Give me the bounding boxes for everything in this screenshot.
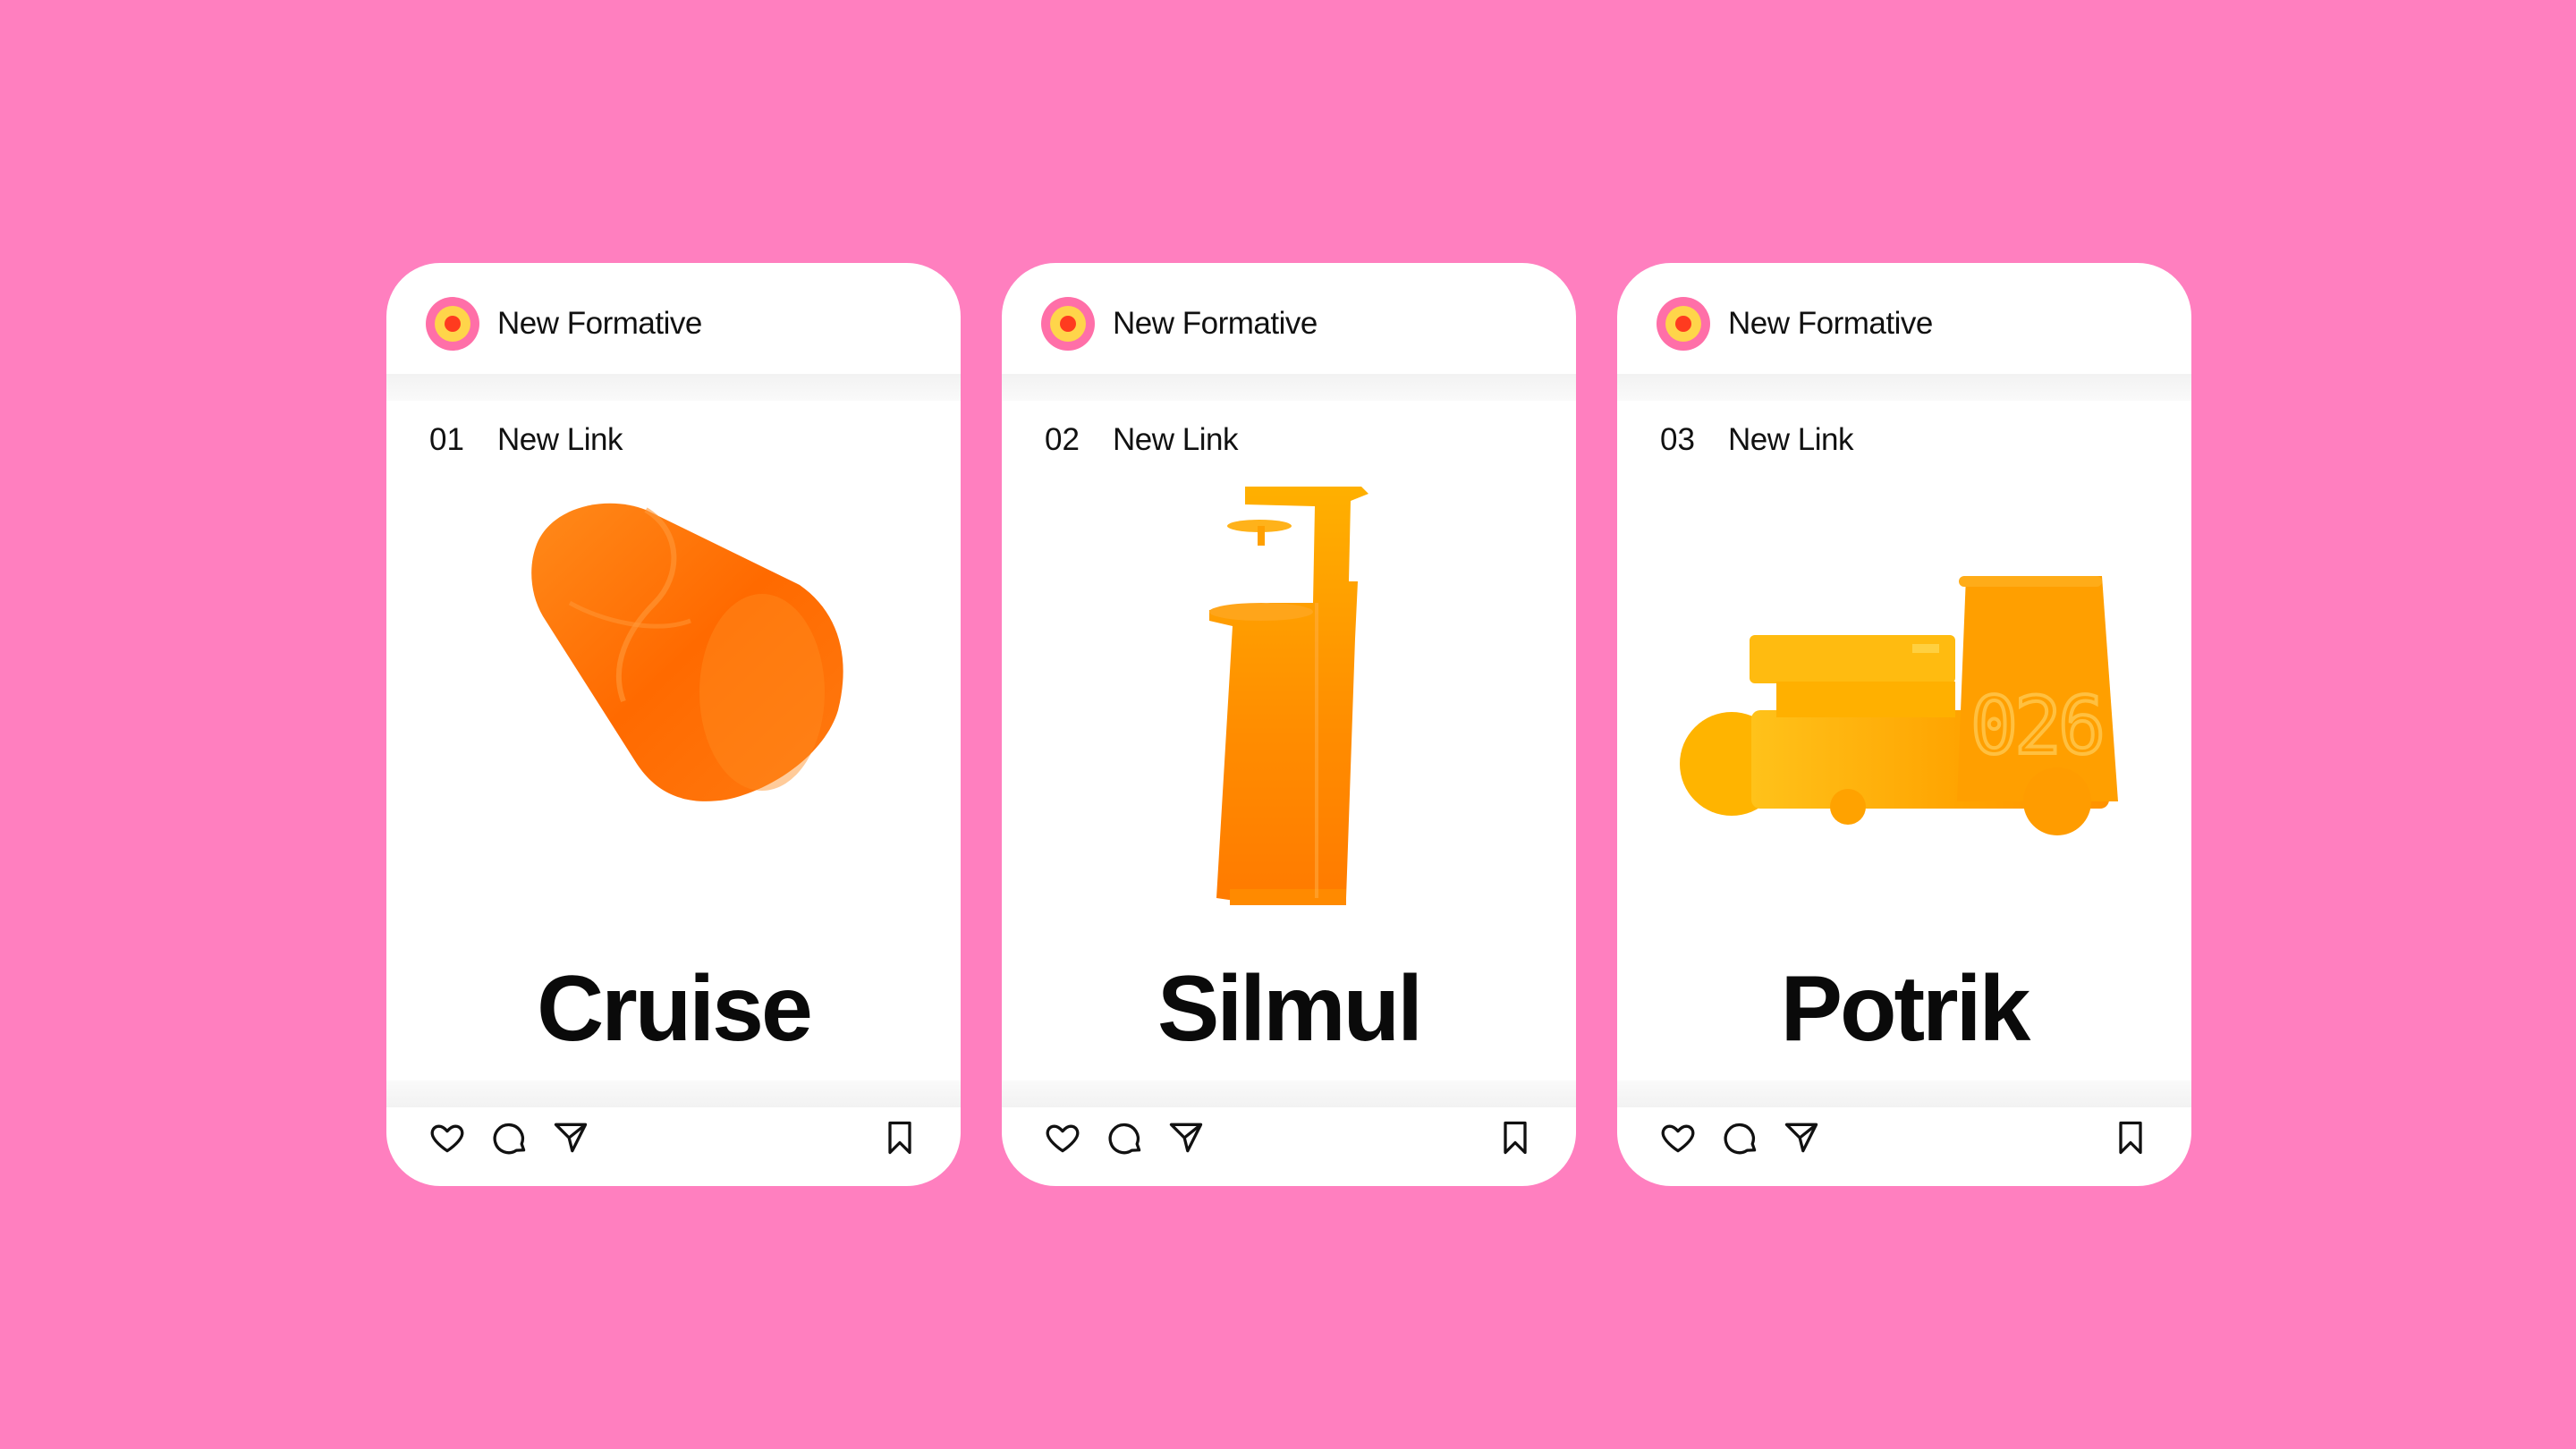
divider xyxy=(1002,374,1576,401)
post-link[interactable]: New Link xyxy=(1728,419,1853,462)
post-link[interactable]: New Link xyxy=(1113,419,1238,462)
bookmark-icon[interactable] xyxy=(2111,1118,2150,1157)
send-icon[interactable] xyxy=(1782,1118,1821,1157)
post-link[interactable]: New Link xyxy=(497,419,623,462)
avatar[interactable] xyxy=(1041,297,1095,351)
post-card-silmul: New Formative 02 New Link Silmul xyxy=(1002,263,1576,1186)
send-icon[interactable] xyxy=(551,1118,590,1157)
post-number: 01 xyxy=(429,422,464,457)
heart-icon[interactable] xyxy=(1043,1118,1082,1157)
bookmark-icon[interactable] xyxy=(880,1118,919,1157)
heart-icon[interactable] xyxy=(1658,1118,1698,1157)
comment-icon[interactable] xyxy=(490,1118,530,1157)
send-icon[interactable] xyxy=(1166,1118,1206,1157)
divider xyxy=(1617,1080,2191,1107)
post-card-cruise: New Formative 01 New Link Cruise xyxy=(386,263,961,1186)
divider xyxy=(386,374,961,401)
product-name: Cruise xyxy=(537,957,813,1061)
avatar[interactable] xyxy=(1657,297,1710,351)
post-header: New Formative xyxy=(1617,263,2191,374)
post-actions xyxy=(386,1107,961,1186)
account-name[interactable]: New Formative xyxy=(1113,302,1318,345)
divider xyxy=(1617,374,2191,401)
svg-text:026: 026 xyxy=(1970,680,2102,772)
account-name[interactable]: New Formative xyxy=(1728,302,1933,345)
post-card-potrik: New Formative 03 New Link 026 Potrik xyxy=(1617,263,2191,1186)
divider xyxy=(1002,1080,1576,1107)
heart-icon[interactable] xyxy=(428,1118,467,1157)
post-number: 02 xyxy=(1045,422,1080,457)
divider xyxy=(386,1080,961,1107)
bookmark-icon[interactable] xyxy=(1496,1118,1535,1157)
post-header: New Formative xyxy=(1002,263,1576,374)
post-actions xyxy=(1002,1107,1576,1186)
comment-icon[interactable] xyxy=(1106,1118,1145,1157)
silmul-product-image xyxy=(1209,487,1368,905)
avatar[interactable] xyxy=(426,297,479,351)
potrik-product-image: 026 xyxy=(1680,576,2118,835)
product-name: Potrik xyxy=(1780,957,2031,1061)
product-name: Silmul xyxy=(1157,957,1423,1061)
account-name[interactable]: New Formative xyxy=(497,302,702,345)
post-actions xyxy=(1617,1107,2191,1186)
cruise-product-image xyxy=(531,503,843,801)
post-number: 03 xyxy=(1660,422,1695,457)
comment-icon[interactable] xyxy=(1721,1118,1760,1157)
post-header: New Formative xyxy=(386,263,961,374)
